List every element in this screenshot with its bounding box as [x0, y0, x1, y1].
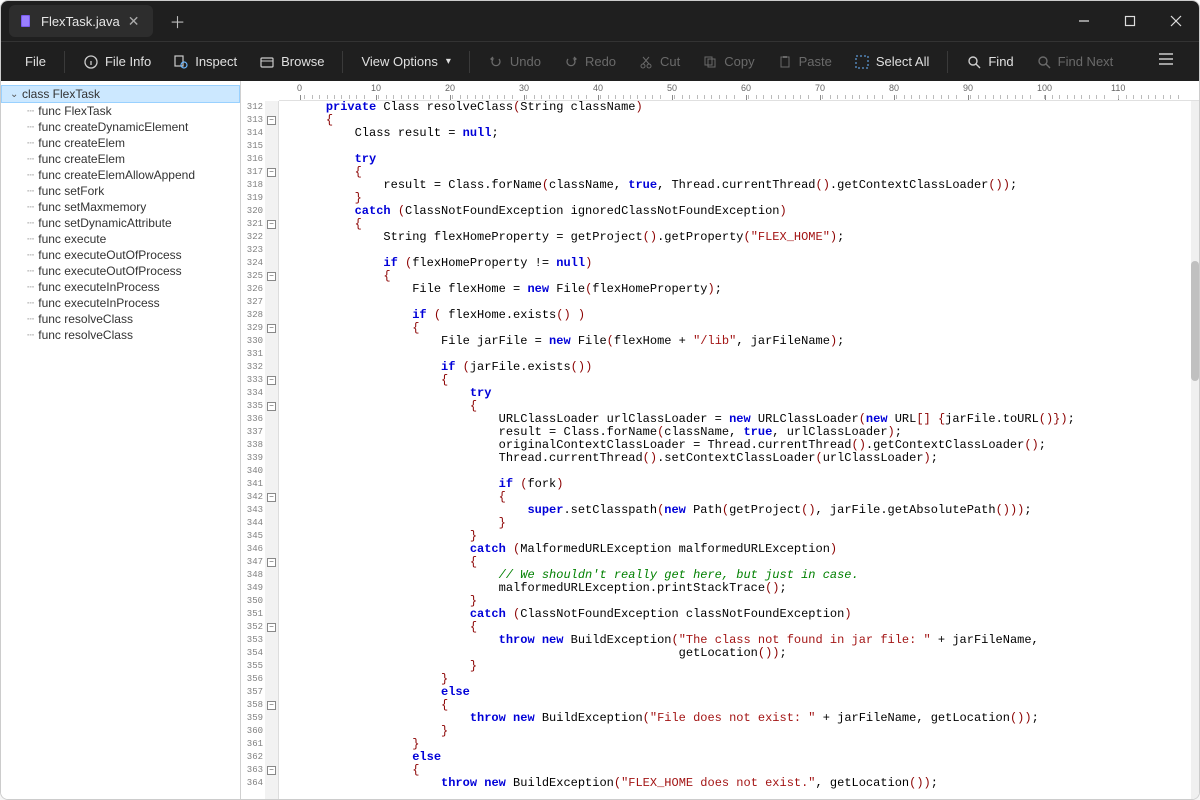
code-line[interactable]: Thread.currentThread().setContextClassLo…	[297, 452, 1191, 465]
file-icon	[19, 14, 33, 28]
fold-toggle[interactable]: −	[267, 558, 276, 567]
select-all-icon	[854, 54, 870, 70]
fold-toggle[interactable]: −	[267, 324, 276, 333]
find-button[interactable]: Find	[956, 48, 1023, 76]
ruler: 0102030405060708090100110	[279, 81, 1199, 101]
code-line[interactable]: throw new BuildException("FLEX_HOME does…	[297, 777, 1191, 790]
outline-root[interactable]: ⌄ class FlexTask	[1, 85, 240, 103]
outline-item[interactable]: func createElem	[1, 151, 240, 167]
tree-collapse-icon[interactable]: ⌄	[10, 89, 22, 100]
tab-label: FlexTask.java	[41, 14, 120, 29]
file-info-button[interactable]: File Info	[73, 48, 161, 76]
code-line[interactable]: File jarFile = new File(flexHome + "/lib…	[297, 335, 1191, 348]
outline-item[interactable]: func FlexTask	[1, 103, 240, 119]
outline-item[interactable]: func setFork	[1, 183, 240, 199]
new-tab-button[interactable]: ＋	[159, 9, 195, 33]
browse-icon	[259, 54, 275, 70]
fold-toggle[interactable]: −	[267, 623, 276, 632]
file-tab[interactable]: FlexTask.java ✕	[9, 5, 153, 37]
fold-toggle[interactable]: −	[267, 116, 276, 125]
redo-button[interactable]: Redo	[553, 48, 626, 76]
maximize-button[interactable]	[1107, 1, 1153, 41]
outline-item[interactable]: func createElemAllowAppend	[1, 167, 240, 183]
outline-item[interactable]: func executeOutOfProcess	[1, 247, 240, 263]
outline-item[interactable]: func resolveClass	[1, 311, 240, 327]
outline-item[interactable]: func execute	[1, 231, 240, 247]
code-line[interactable]: catch (ClassNotFoundException ignoredCla…	[297, 205, 1191, 218]
code-line[interactable]: result = Class.forName(className, true, …	[297, 179, 1191, 192]
code-line[interactable]: private Class resolveClass(String classN…	[297, 101, 1191, 114]
search-icon	[966, 54, 982, 70]
select-all-button[interactable]: Select All	[844, 48, 939, 76]
code-line[interactable]: try	[297, 153, 1191, 166]
divider	[64, 51, 65, 73]
fold-gutter: − − − − − − − − − − − −	[265, 101, 279, 799]
info-icon	[83, 54, 99, 70]
undo-button[interactable]: Undo	[478, 48, 551, 76]
copy-icon	[702, 54, 718, 70]
divider	[342, 51, 343, 73]
paste-icon	[777, 54, 793, 70]
inspect-button[interactable]: Inspect	[163, 48, 247, 76]
code-line[interactable]: Class result = null;	[297, 127, 1191, 140]
code-line[interactable]: String flexHomeProperty = getProject().g…	[297, 231, 1191, 244]
inspect-icon	[173, 54, 189, 70]
close-tab-icon[interactable]: ✕	[128, 13, 140, 30]
code-line[interactable]: if ( flexHome.exists() )	[297, 309, 1191, 322]
toolbar: File File Info Inspect Browse View Optio…	[1, 41, 1199, 81]
outline-item[interactable]: func executeInProcess	[1, 295, 240, 311]
redo-icon	[563, 54, 579, 70]
hamburger-menu[interactable]	[1147, 44, 1185, 79]
copy-button[interactable]: Copy	[692, 48, 764, 76]
code-line[interactable]: }	[297, 725, 1191, 738]
outline-item[interactable]: func executeOutOfProcess	[1, 263, 240, 279]
fold-toggle[interactable]: −	[267, 168, 276, 177]
fold-toggle[interactable]: −	[267, 766, 276, 775]
view-options-menu[interactable]: View Options ▾	[351, 48, 460, 75]
close-window-button[interactable]	[1153, 1, 1199, 41]
outline-item[interactable]: func createElem	[1, 135, 240, 151]
code-line[interactable]: File flexHome = new File(flexHomePropert…	[297, 283, 1191, 296]
code-line[interactable]: else	[297, 751, 1191, 764]
scrollbar-thumb[interactable]	[1191, 261, 1199, 381]
code-line[interactable]: if (flexHomeProperty != null)	[297, 257, 1191, 270]
fold-toggle[interactable]: −	[267, 493, 276, 502]
chevron-down-icon: ▾	[446, 56, 451, 67]
outline-item[interactable]: func executeInProcess	[1, 279, 240, 295]
search-icon	[1036, 54, 1052, 70]
paste-button[interactable]: Paste	[767, 48, 842, 76]
tree-root-label: class FlexTask	[22, 87, 100, 101]
outline-sidebar: ⌄ class FlexTask func FlexTaskfunc creat…	[1, 81, 241, 799]
code-editor[interactable]: private Class resolveClass(String classN…	[279, 101, 1191, 799]
code-line[interactable]	[297, 140, 1191, 153]
titlebar: FlexTask.java ✕ ＋	[1, 1, 1199, 41]
undo-icon	[488, 54, 504, 70]
line-number-gutter: 3123133143153163173183193203213223233243…	[241, 101, 265, 799]
outline-item[interactable]: func setMaxmemory	[1, 199, 240, 215]
cut-icon	[638, 54, 654, 70]
divider	[947, 51, 948, 73]
fold-toggle[interactable]: −	[267, 376, 276, 385]
outline-item[interactable]: func setDynamicAttribute	[1, 215, 240, 231]
find-next-button[interactable]: Find Next	[1026, 48, 1124, 76]
file-menu[interactable]: File	[15, 48, 56, 75]
fold-toggle[interactable]: −	[267, 701, 276, 710]
cut-button[interactable]: Cut	[628, 48, 690, 76]
minimize-button[interactable]	[1061, 1, 1107, 41]
outline-item[interactable]: func createDynamicElement	[1, 119, 240, 135]
divider	[469, 51, 470, 73]
outline-item[interactable]: func resolveClass	[1, 327, 240, 343]
fold-toggle[interactable]: −	[267, 272, 276, 281]
vertical-scrollbar[interactable]	[1191, 101, 1199, 799]
fold-toggle[interactable]: −	[267, 402, 276, 411]
fold-toggle[interactable]: −	[267, 220, 276, 229]
browse-button[interactable]: Browse	[249, 48, 334, 76]
